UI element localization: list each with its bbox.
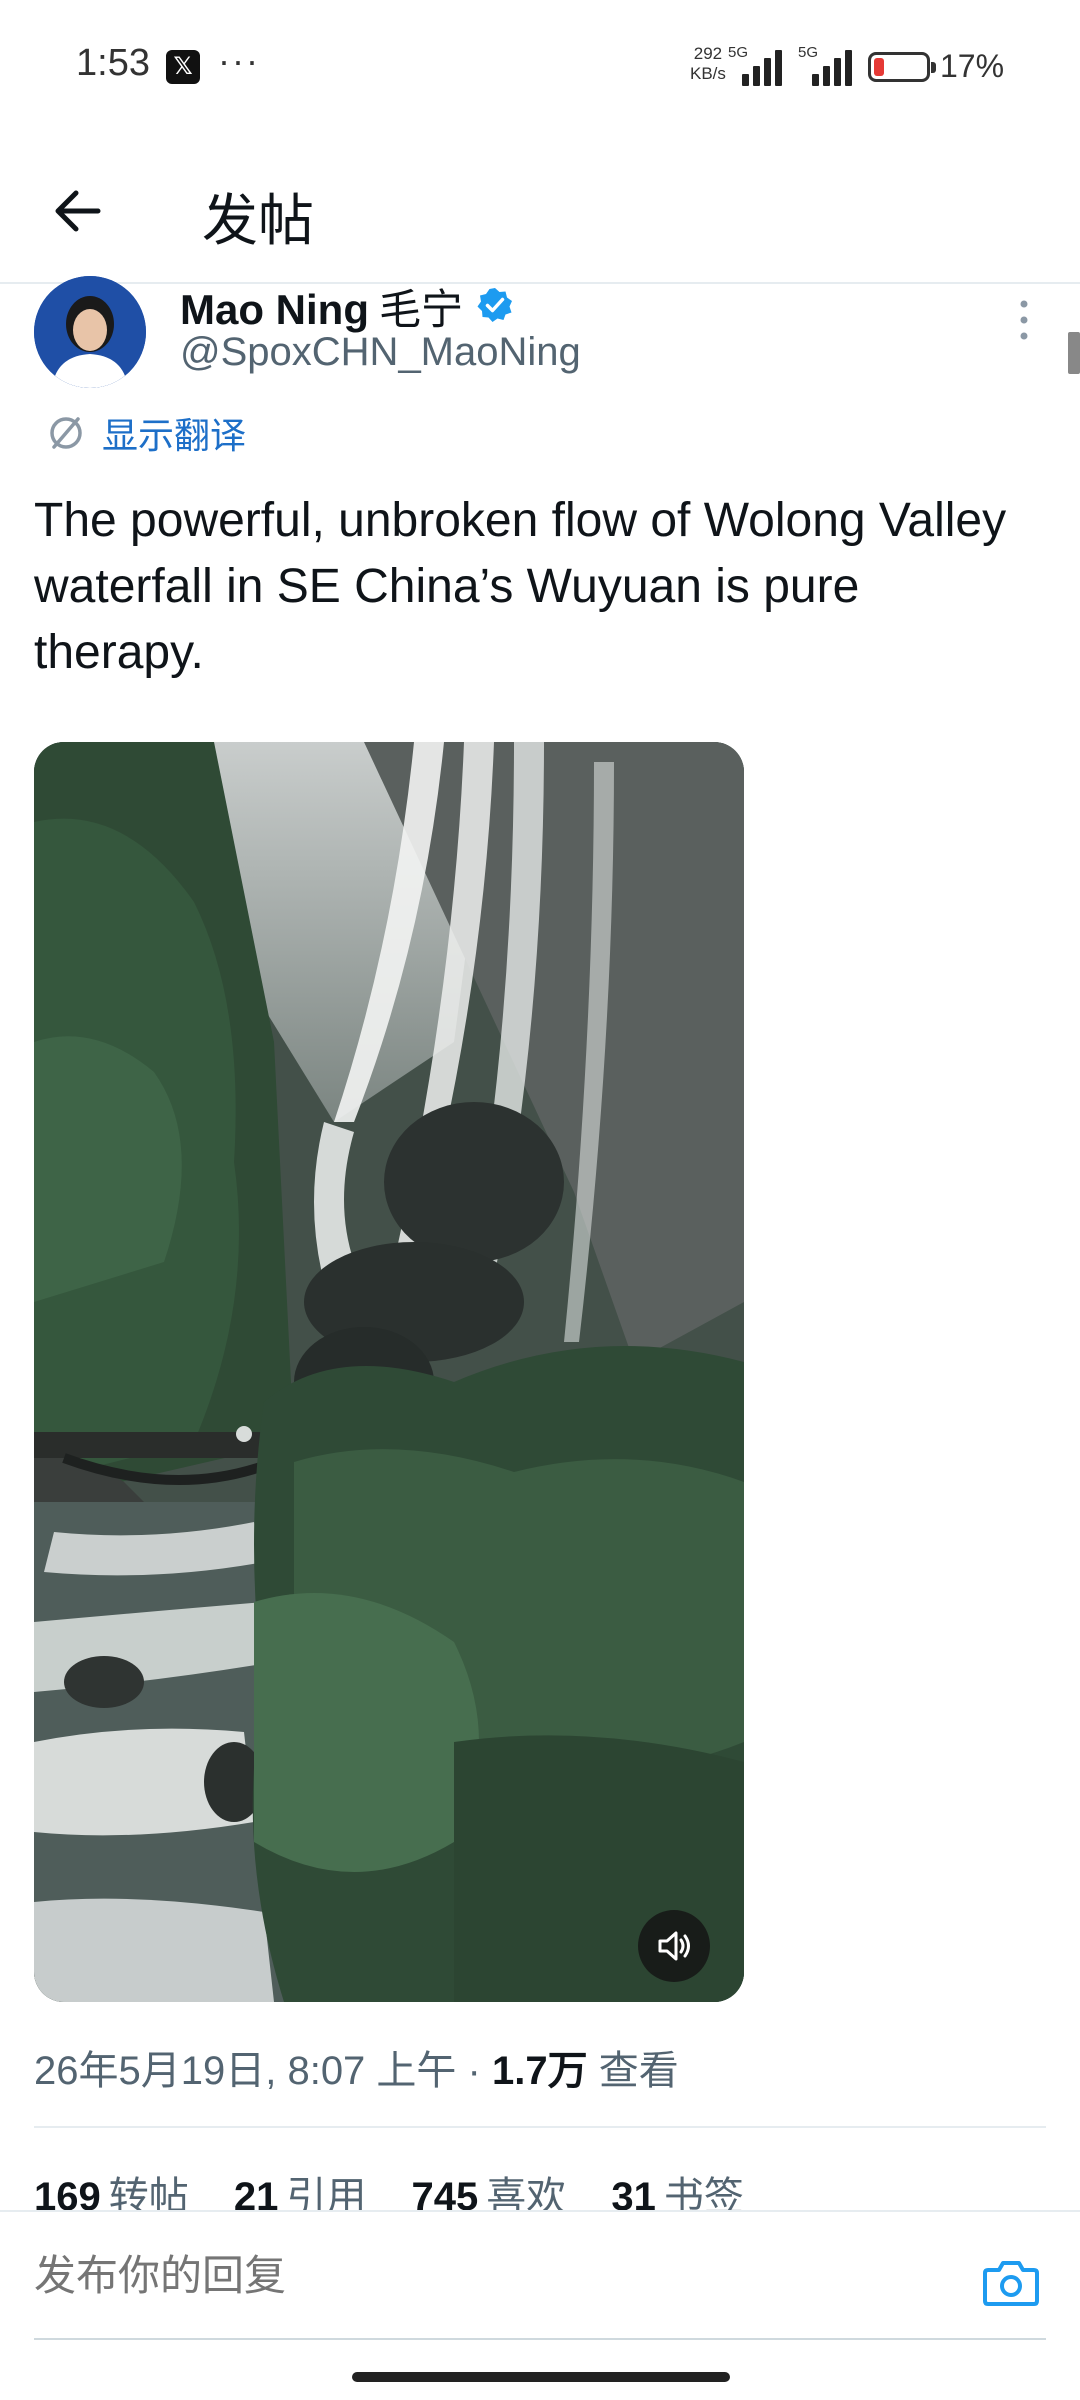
scroll-indicator (1068, 332, 1080, 374)
battery-level-fill (874, 58, 884, 76)
network-speed-value: 292 (693, 44, 723, 63)
battery-icon (868, 52, 936, 82)
volume-button[interactable] (638, 1910, 710, 1982)
reply-bar (0, 2210, 1080, 2340)
views-label: 查看 (587, 2049, 679, 2093)
x-app-icon: 𝕏 (166, 50, 200, 84)
signal-icon-2 (812, 50, 858, 86)
author-name-cn: 毛宁 (378, 286, 463, 333)
battery-percent: 17% (940, 48, 1005, 84)
reply-input[interactable] (34, 2252, 934, 2300)
avatar[interactable] (34, 276, 146, 388)
back-arrow-icon[interactable] (46, 178, 112, 244)
translate-icon (50, 417, 82, 449)
verified-badge-icon (476, 286, 514, 324)
reply-underline (34, 2338, 1046, 2340)
network-speed: 292 KB/s (690, 44, 726, 84)
tweet-text: The powerful, unbroken flow of Wolong Va… (34, 494, 1007, 679)
tweet-video[interactable] (34, 742, 744, 2002)
app-header: 发帖 (0, 140, 1080, 284)
tweet-timestamp-views: 26年5月19日, 8:07 上午 · 1.7万 查看 (34, 2038, 679, 2096)
status-time: 1:53 (76, 42, 150, 84)
more-notifications-icon: ··· (218, 40, 260, 81)
author-name[interactable]: Mao Ning 毛宁 (180, 276, 463, 337)
status-bar: 1:53 𝕏 ··· 292 KB/s 5G 5G 17% (0, 0, 1080, 140)
author-name-en: Mao Ning (180, 286, 369, 333)
views-count: 1.7万 (491, 2049, 588, 2093)
author-handle[interactable]: @SpoxCHN_MaoNing (180, 330, 581, 375)
tweet-datetime: 26年5月19日, 8:07 上午 · (34, 2049, 492, 2093)
show-translation-link[interactable]: 显示翻译 (46, 408, 246, 458)
show-translation-label: 显示翻译 (102, 415, 247, 456)
more-options-icon[interactable] (1012, 298, 1036, 342)
volume-icon (658, 1931, 690, 1961)
page-title: 发帖 (202, 189, 314, 252)
network-speed-unit: KB/s (690, 64, 726, 83)
camera-icon[interactable] (982, 2256, 1040, 2308)
divider (34, 2126, 1046, 2128)
home-indicator[interactable] (352, 2372, 730, 2382)
signal-icon-1 (742, 50, 788, 86)
